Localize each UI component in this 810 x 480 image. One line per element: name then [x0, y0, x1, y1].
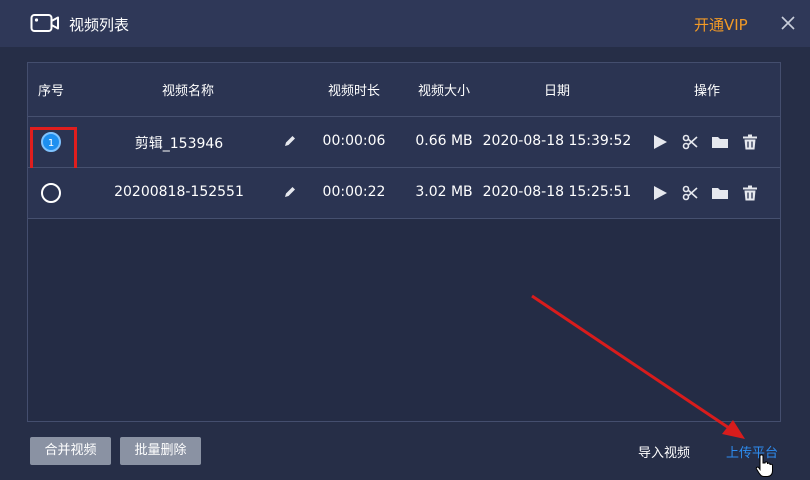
annotation-arrow — [531, 294, 745, 439]
hand-cursor-icon — [755, 454, 773, 477]
